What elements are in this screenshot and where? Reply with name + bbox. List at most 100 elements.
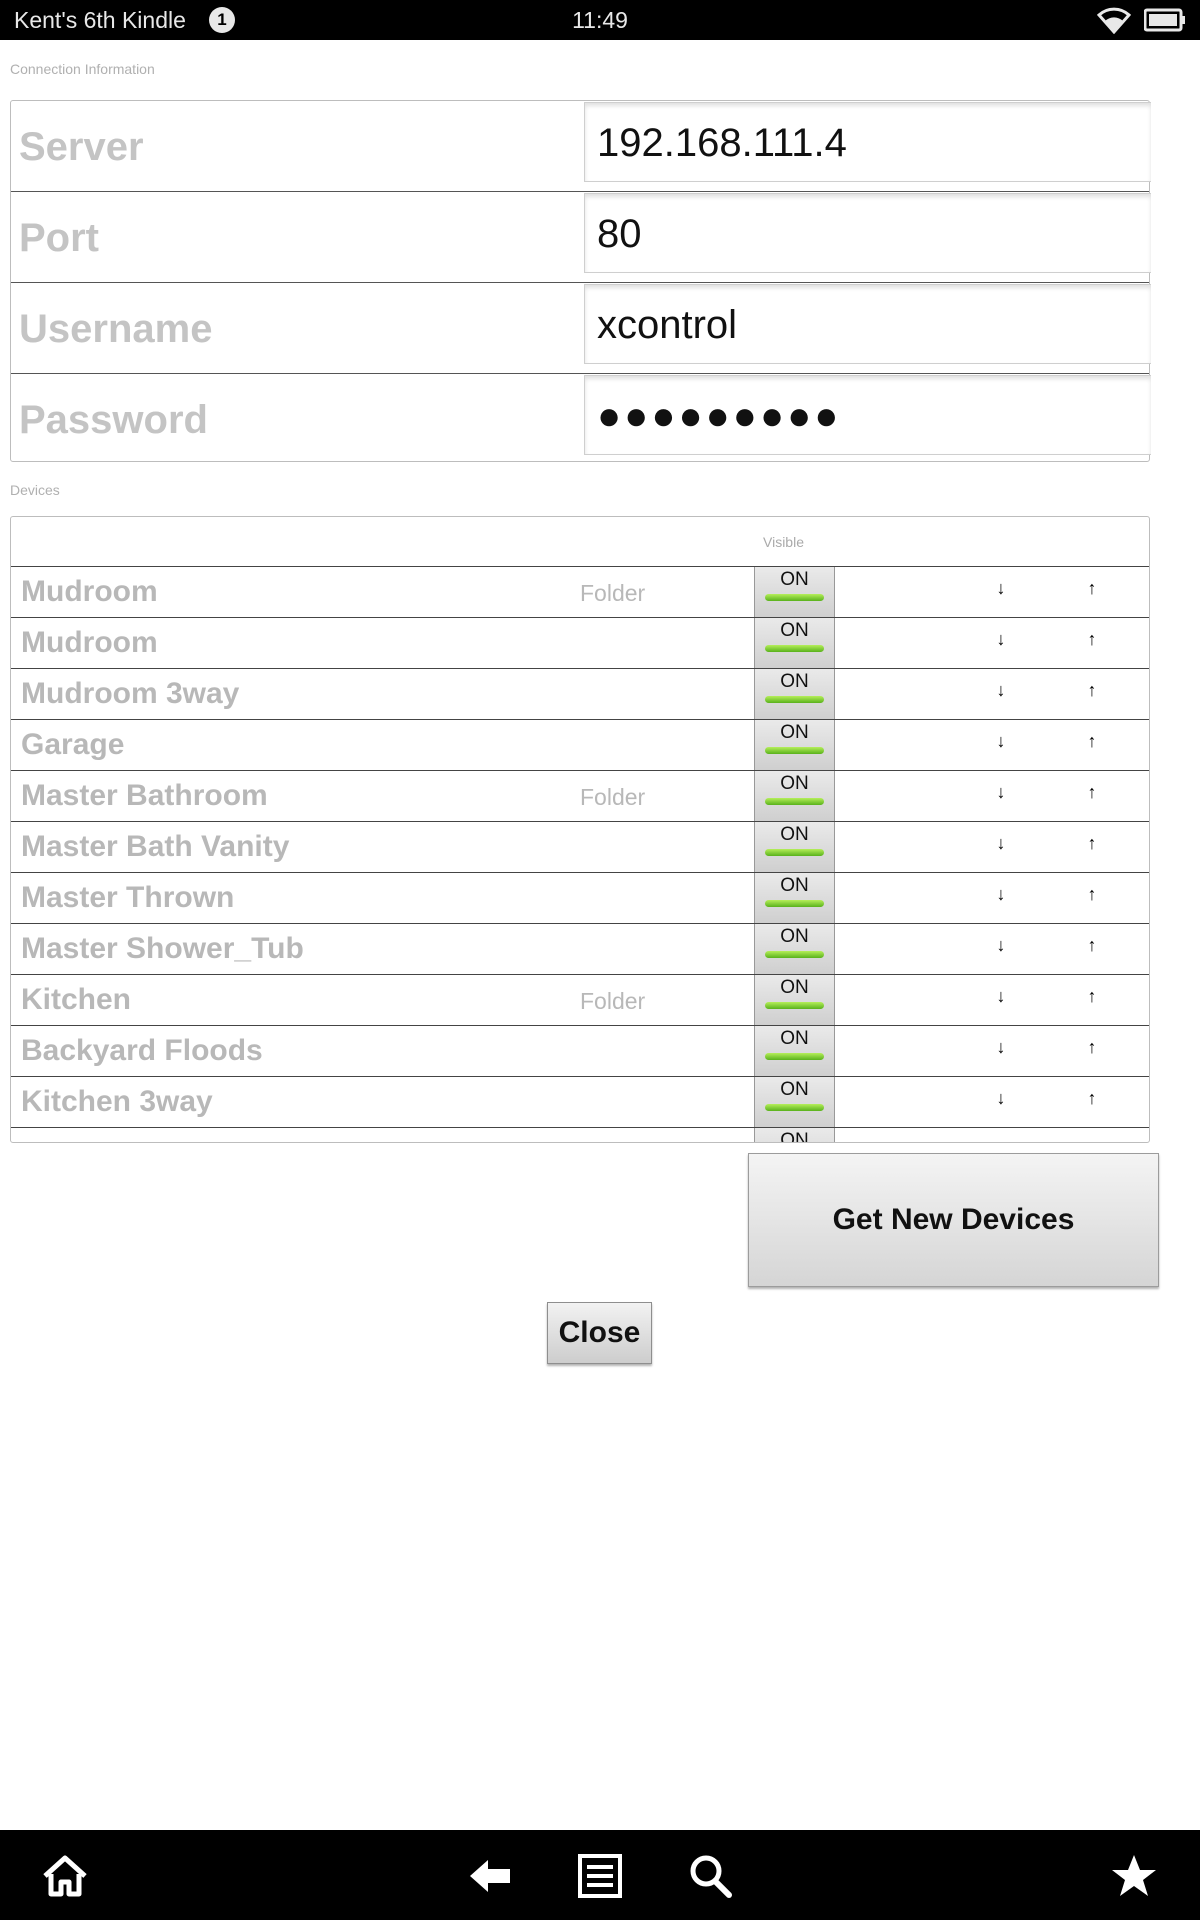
visible-toggle[interactable]: ON [754,567,835,617]
move-up-icon[interactable]: ↑ [1082,782,1102,803]
device-row[interactable]: ON ↓ ↑ [11,1128,1149,1142]
move-down-icon[interactable]: ↓ [991,1037,1011,1058]
server-row: Server 192.168.111.4 [11,101,1151,192]
wifi-icon [1096,7,1132,34]
visible-column-header: Visible [763,534,804,550]
device-name: Master Bathroom [21,779,268,812]
password-input[interactable]: ●●●●●●●●● [584,375,1151,455]
devices-section-label: Devices [10,482,60,498]
move-up-icon[interactable]: ↑ [1082,1037,1102,1058]
toggle-indicator [765,1053,824,1060]
move-up-icon[interactable]: ↑ [1082,731,1102,752]
move-down-icon[interactable]: ↓ [991,578,1011,599]
search-icon[interactable] [686,1852,734,1900]
username-input[interactable]: xcontrol [584,284,1151,364]
port-row: Port 80 [11,192,1151,283]
username-label: Username [19,307,213,351]
device-row[interactable]: Master Shower_Tub ON ↓ ↑ [11,924,1149,975]
status-bar: Kent's 6th Kindle 1 11:49 [0,0,1200,40]
device-name: Backyard Floods [21,1034,263,1067]
toggle-state-label: ON [780,569,809,590]
device-name: Master Thrown [21,881,235,914]
device-type-label: Folder [580,988,646,1014]
device-row[interactable]: Kitchen 3way ON ↓ ↑ [11,1077,1149,1128]
visible-toggle[interactable]: ON [754,720,835,770]
device-name: Kitchen [21,983,132,1016]
device-row[interactable]: Garage ON ↓ ↑ [11,720,1149,771]
move-down-icon[interactable]: ↓ [991,935,1011,956]
move-up-icon[interactable]: ↑ [1082,578,1102,599]
favorites-icon[interactable] [1110,1852,1158,1900]
move-up-icon[interactable]: ↑ [1082,1088,1102,1109]
clock: 11:49 [572,7,628,33]
toggle-state-label: ON [780,824,809,845]
visible-toggle[interactable]: ON [754,1128,835,1142]
device-row[interactable]: Backyard Floods ON ↓ ↑ [11,1026,1149,1077]
move-down-icon[interactable]: ↓ [991,629,1011,650]
device-name: Kitchen 3way [21,1085,213,1118]
toggle-state-label: ON [780,620,809,641]
get-new-devices-button[interactable]: Get New Devices [748,1153,1159,1287]
toggle-state-label: ON [780,773,809,794]
move-down-icon[interactable]: ↓ [991,731,1011,752]
port-input[interactable]: 80 [584,193,1151,273]
move-up-icon[interactable]: ↑ [1082,680,1102,701]
back-icon[interactable] [466,1852,514,1900]
visible-toggle[interactable]: ON [754,1077,835,1127]
toggle-indicator [765,1002,824,1009]
visible-toggle[interactable]: ON [754,1026,835,1076]
visible-toggle[interactable]: ON [754,975,835,1025]
device-name: Master Shower_Tub [21,932,304,965]
move-up-icon[interactable]: ↑ [1082,629,1102,650]
move-up-icon[interactable]: ↑ [1082,884,1102,905]
devices-header: Visible [11,517,1149,567]
toggle-indicator [765,798,824,805]
device-name: Master Bath Vanity [21,830,290,863]
username-row: Username xcontrol [11,283,1151,374]
device-row[interactable]: Mudroom ON ↓ ↑ [11,618,1149,669]
menu-icon[interactable] [576,1852,624,1900]
toggle-indicator [765,900,824,907]
move-up-icon[interactable]: ↑ [1082,986,1102,1007]
visible-toggle[interactable]: ON [754,822,835,872]
device-row[interactable]: Master Thrown ON ↓ ↑ [11,873,1149,924]
device-type-label: Folder [580,784,646,810]
toggle-indicator [765,849,824,856]
move-down-icon[interactable]: ↓ [991,680,1011,701]
move-up-icon[interactable]: ↑ [1082,1139,1102,1142]
visible-toggle[interactable]: ON [754,669,835,719]
visible-toggle[interactable]: ON [754,618,835,668]
device-row[interactable]: Mudroom Folder ON ↓ ↑ [11,567,1149,618]
visible-toggle[interactable]: ON [754,873,835,923]
password-label: Password [19,398,208,442]
battery-icon [1144,8,1185,32]
devices-list[interactable]: Visible Mudroom Folder ON ↓ ↑ Mudroom ON ↓ ↑ Mudr… [10,516,1150,1143]
password-row: Password ●●●●●●●●● [11,374,1151,465]
device-row[interactable]: Kitchen Folder ON ↓ ↑ [11,975,1149,1026]
device-row[interactable]: Mudroom 3way ON ↓ ↑ [11,669,1149,720]
move-down-icon[interactable]: ↓ [991,884,1011,905]
toggle-indicator [765,1104,824,1111]
device-name: Mudroom [21,626,158,659]
server-label: Server [19,125,144,169]
device-row[interactable]: Master Bath Vanity ON ↓ ↑ [11,822,1149,873]
toggle-state-label: ON [780,671,809,692]
toggle-indicator [765,645,824,652]
move-down-icon[interactable]: ↓ [991,986,1011,1007]
device-name: Mudroom [21,575,158,608]
device-type-label: Folder [580,580,646,606]
move-up-icon[interactable]: ↑ [1082,935,1102,956]
move-up-icon[interactable]: ↑ [1082,833,1102,854]
device-row[interactable]: Master Bathroom Folder ON ↓ ↑ [11,771,1149,822]
home-icon[interactable] [41,1852,89,1900]
move-down-icon[interactable]: ↓ [991,782,1011,803]
move-down-icon[interactable]: ↓ [991,833,1011,854]
close-button[interactable]: Close [547,1302,652,1364]
server-input[interactable]: 192.168.111.4 [584,102,1151,182]
toggle-state-label: ON [780,977,809,998]
move-down-icon[interactable]: ↓ [991,1088,1011,1109]
toggle-indicator [765,951,824,958]
move-down-icon[interactable]: ↓ [991,1139,1011,1142]
visible-toggle[interactable]: ON [754,771,835,821]
visible-toggle[interactable]: ON [754,924,835,974]
